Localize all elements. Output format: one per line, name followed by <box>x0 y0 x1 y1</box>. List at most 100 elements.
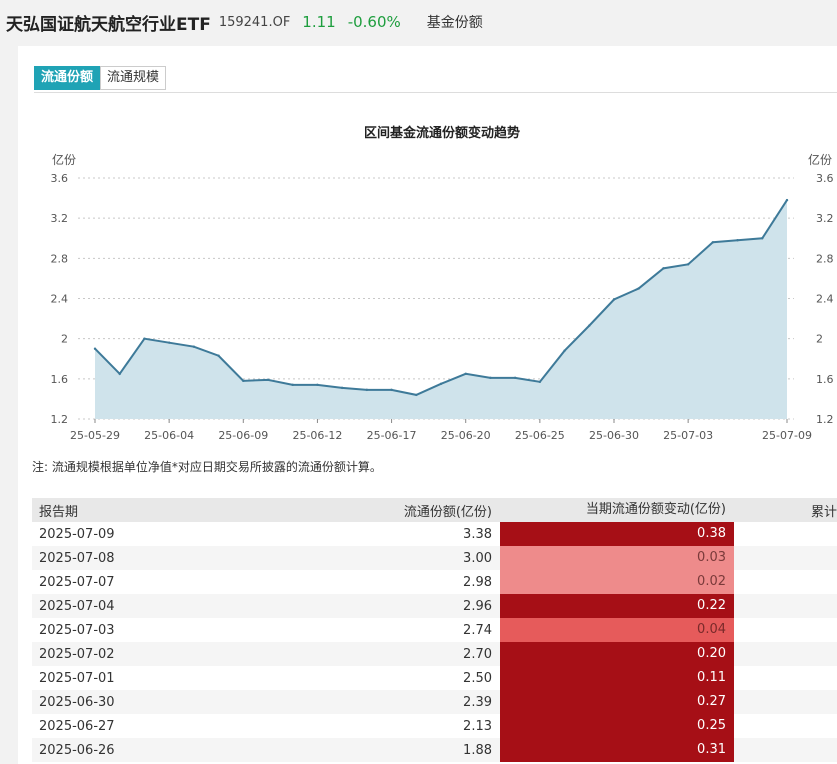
table-row: 2025-07-08 3.00 0.03 <box>32 546 837 570</box>
data-point <box>761 237 764 240</box>
cell-date: 2025-07-03 <box>39 622 115 638</box>
data-point <box>340 386 344 390</box>
table-row: 2025-07-09 3.38 0.38 <box>32 522 837 546</box>
fund-code: 159241.OF <box>218 14 291 30</box>
x-tick-label: 25-07-03 <box>663 429 713 442</box>
cell-share: 2.13 <box>463 718 492 734</box>
data-point <box>291 383 294 387</box>
cell-change: 0.03 <box>500 546 734 570</box>
cell-share: 3.00 <box>463 550 492 566</box>
y-tick-label-right: 3.2 <box>816 212 834 225</box>
x-tick-label: 25-06-17 <box>367 429 417 442</box>
cell-date: 2025-07-04 <box>39 598 115 614</box>
y-tick-label-left: 2.4 <box>51 293 69 306</box>
data-point <box>662 267 665 270</box>
data-point <box>785 198 789 202</box>
cell-change: 0.31 <box>500 738 734 762</box>
cell-change: 0.25 <box>500 714 734 738</box>
header-change[interactable]: 当期流通份额变动(亿份) <box>500 498 734 522</box>
data-point <box>143 337 146 340</box>
cell-date: 2025-07-09 <box>39 526 115 542</box>
x-tick-label: 25-07-09 <box>762 429 812 442</box>
data-point <box>563 349 566 352</box>
table-header: 报告期 流通份额(亿份) 当期流通份额变动(亿份) 累计 <box>32 498 837 522</box>
y-tick-label-left: 1.6 <box>51 373 69 386</box>
data-point <box>415 393 418 397</box>
cell-date: 2025-06-27 <box>39 718 115 734</box>
x-tick-label: 25-06-09 <box>218 429 268 442</box>
header-cumulative[interactable]: 累计 <box>734 501 837 520</box>
fund-share-panel: 流通份额 流通规模 区间基金流通份额变动趋势 亿份 亿份 1.2 1.2 1.6 1.… <box>18 46 837 764</box>
y-tick-label-left: 3.2 <box>51 212 69 225</box>
fund-price: 1.11 <box>302 13 336 31</box>
cell-change: 0.22 <box>500 594 734 618</box>
cell-share: 2.39 <box>463 694 492 710</box>
cell-share: 1.88 <box>463 742 492 758</box>
cell-change: 0.27 <box>500 690 734 714</box>
data-point <box>588 324 591 327</box>
table-row: 2025-06-26 1.88 0.31 <box>32 738 837 762</box>
area-fill <box>95 200 787 419</box>
data-point <box>736 239 739 242</box>
table-row: 2025-07-07 2.98 0.02 <box>32 570 837 594</box>
x-tick-label: 25-06-12 <box>292 429 342 442</box>
fund-change: -0.60% <box>347 13 401 31</box>
cell-share: 3.38 <box>463 526 492 542</box>
cell-date: 2025-06-30 <box>39 694 115 710</box>
data-point <box>118 372 121 376</box>
y-tick-label-right: 1.6 <box>816 373 834 386</box>
cell-share: 2.74 <box>463 622 492 638</box>
data-point <box>316 383 319 387</box>
y-tick-label-right: 2 <box>816 333 823 346</box>
header-share[interactable]: 流通份额(亿份) <box>332 501 500 520</box>
table-row: 2025-06-30 2.39 0.27 <box>32 690 837 714</box>
cell-change: 0.20 <box>500 642 734 666</box>
table-row: 2025-07-03 2.74 0.04 <box>32 618 837 642</box>
data-point <box>637 287 640 290</box>
cell-date: 2025-07-08 <box>39 550 115 566</box>
y-axis-label-left: 亿份 <box>52 152 76 167</box>
data-point <box>266 378 270 382</box>
y-tick-label-left: 2.8 <box>51 252 69 265</box>
fund-name: 天弘国证航天航空行业ETF <box>6 14 211 35</box>
chart-title: 区间基金流通份额变动趋势 <box>364 125 520 141</box>
header-date[interactable]: 报告期 <box>32 501 332 520</box>
cell-change: 0.02 <box>500 570 734 594</box>
section-title: 基金份额 <box>426 15 483 31</box>
cell-change: 0.04 <box>500 618 734 642</box>
share-trend-chart: 区间基金流通份额变动趋势 亿份 亿份 1.2 1.2 1.6 1.6 2 2 2.4 2.4 2… <box>51 125 834 442</box>
y-tick-label-left: 1.2 <box>51 413 69 426</box>
table-row: 2025-07-02 2.70 0.20 <box>32 642 837 666</box>
data-point <box>538 380 542 384</box>
x-tick-label: 25-06-30 <box>589 429 639 442</box>
y-tick-label-left: 3.6 <box>51 172 69 185</box>
x-tick-label: 25-06-20 <box>441 429 491 442</box>
data-point <box>93 347 97 350</box>
data-point <box>489 376 492 380</box>
cell-change: 0.11 <box>500 666 734 690</box>
cell-date: 2025-06-26 <box>39 742 115 758</box>
x-tick-label: 25-06-04 <box>144 429 194 442</box>
y-tick-label-right: 2.4 <box>816 293 834 306</box>
cell-share: 2.50 <box>463 670 492 686</box>
cell-date: 2025-07-01 <box>39 670 115 686</box>
data-point <box>390 388 393 392</box>
cell-date: 2025-07-07 <box>39 574 115 590</box>
y-axis-label-right: 亿份 <box>808 152 832 167</box>
y-tick-label-right: 3.6 <box>816 172 834 185</box>
data-point <box>217 354 220 357</box>
x-tick-label: 25-05-29 <box>70 429 120 442</box>
data-point <box>242 379 245 383</box>
cell-share: 2.96 <box>463 598 492 614</box>
data-point <box>167 341 171 344</box>
y-tick-label-left: 2 <box>61 333 68 346</box>
data-point <box>365 388 369 392</box>
data-point <box>612 298 616 301</box>
data-point <box>686 263 690 266</box>
x-tick-label: 25-06-25 <box>515 429 565 442</box>
table-row: 2025-07-04 2.96 0.22 <box>32 594 837 618</box>
footnote: 注: 流通规模根据单位净值*对应日期交易所披露的流通份额计算。 <box>32 460 382 474</box>
cell-share: 2.70 <box>463 646 492 662</box>
cell-change: 0.38 <box>500 522 734 546</box>
y-tick-label-right: 1.2 <box>816 413 834 426</box>
